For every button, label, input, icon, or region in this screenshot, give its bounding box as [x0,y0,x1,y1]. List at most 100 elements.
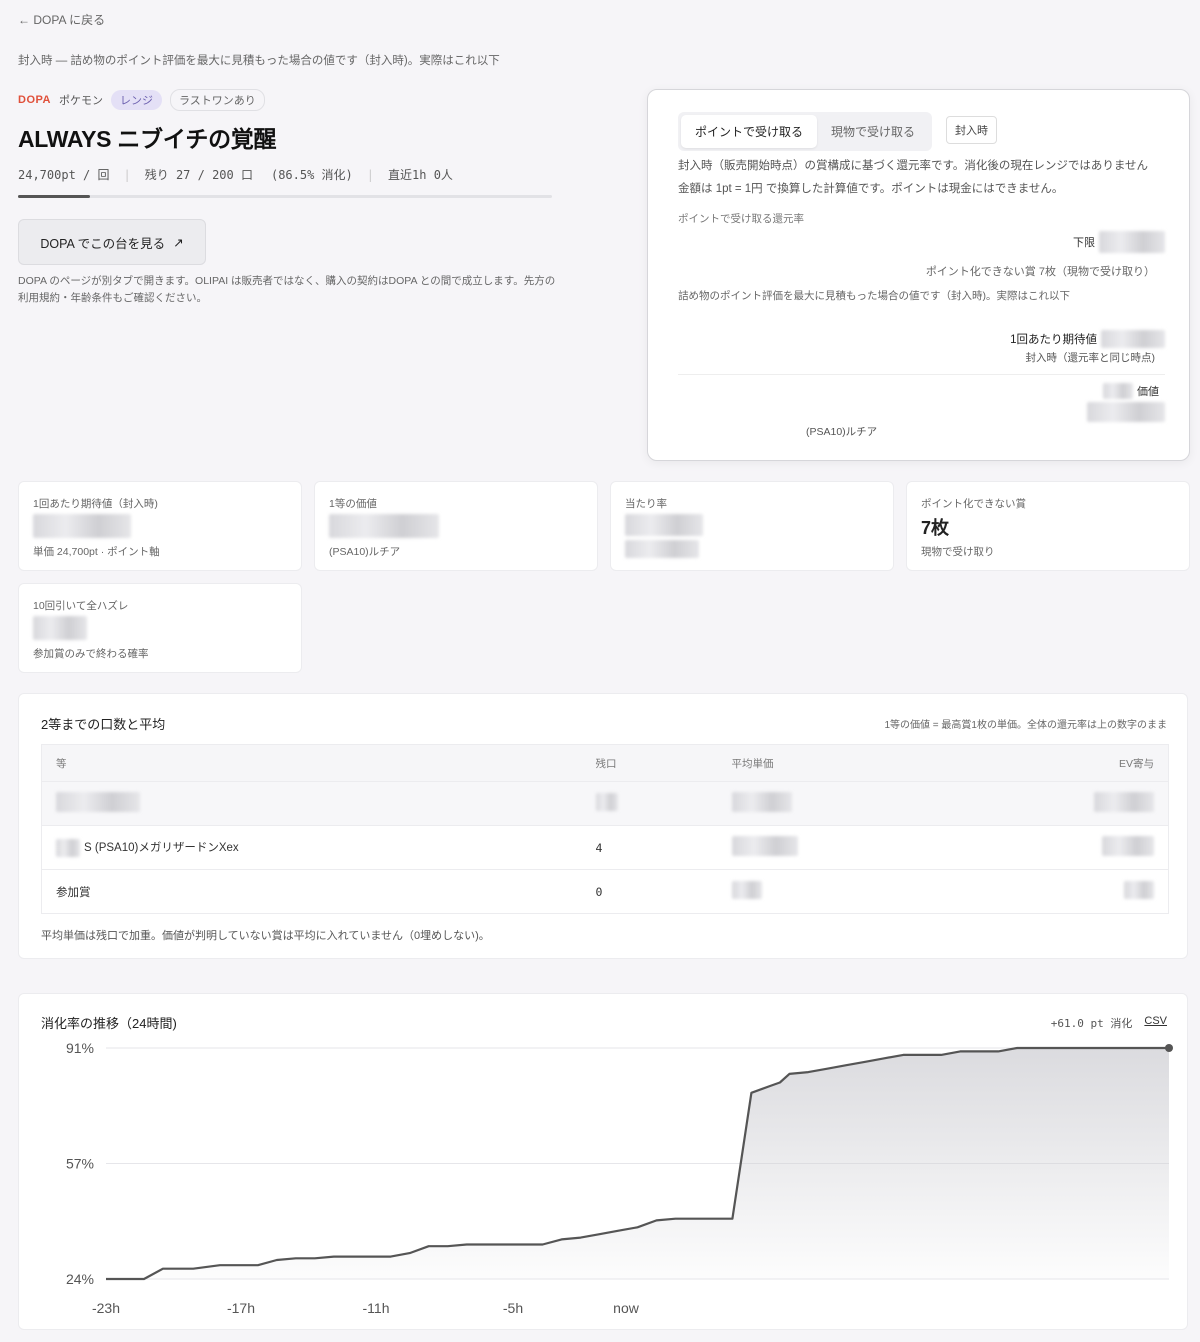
metric-card-non-point: ポイント化できない賞 7枚 現物で受け取り [906,481,1190,571]
price-label-row: 価値 [1103,383,1159,399]
table-header-row: 等 残口 平均単価 EV寄与 [41,744,1169,782]
tag-row: DOPA ポケモン レンジ ラストワンあり [18,89,265,111]
y-tick-label: 24% [66,1271,94,1287]
redacted-value [731,881,762,899]
ev-cell [1017,781,1169,826]
non-point-note: ポイント化できない賞 7枚（現物で受け取り） [925,266,1155,278]
price-label: 価値 [1137,386,1159,398]
table-title: 2等までの口数と平均 [41,717,166,732]
table-note: 1等の価値 = 最高賞1枚の単価。全体の還元率は上の数字のまま [884,720,1167,731]
consumed-percent: (86.5% 消化) [270,168,353,182]
metric-label: 1等の価値 [329,498,377,510]
consumption-chart-card: 消化率の推移（24時間) +61.0 pt 消化 CSV 91% 57% 24% -2… [18,993,1188,1330]
avg-cell [717,825,1018,870]
series-endpoint [1165,1044,1173,1052]
lower-bound-row: 下限 [1073,231,1165,253]
prize-name: S (PSA10)メガリザードンXex [84,841,239,854]
redacted-value [56,838,80,857]
prize-name-cell: S (PSA10)メガリザードンXex [41,825,582,870]
x-tick-label: -17h [227,1300,255,1316]
view-on-dopa-label: DOPA でこの台を見る [40,236,166,251]
progress-fill [18,195,91,198]
separator: | [366,167,375,182]
ev-label: 1回あたり期待値 [1010,334,1097,346]
sealed-toggle[interactable]: 封入時 [946,116,997,144]
metric-card-top-prize: 1等の価値 (PSA10)ルチア [314,481,598,571]
redacted-value [329,514,439,538]
column-header: 残口 [581,744,718,782]
metric-card-ev: 1回あたり期待値（封入時) 単価 24,700pt · ポイント軸 [18,481,302,571]
return-rate-panel: ポイントで受け取る 現物で受け取る 封入時 封入時（販売開始時点）の賞構成に基づ… [647,89,1190,461]
redacted-value [625,540,699,558]
prize-name-cell [41,781,582,826]
source-tag: DOPA [18,94,51,106]
prize-table-card: 2等までの口数と平均 1等の価値 = 最高賞1枚の単価。全体の還元率は上の数字の… [18,693,1188,959]
redacted-value [33,616,87,640]
avg-cell [717,869,1018,914]
page-title: ALWAYS ニブイチの覚醒 [18,126,277,152]
metric-label: ポイント化できない賞 [921,498,1026,510]
redacted-value [731,836,798,856]
metric-label: 当たり率 [625,498,667,510]
table-row: 参加賞 0 [41,869,1169,914]
prize-table: 等 残口 平均単価 EV寄与 S (PSA10)メガリザードンXex 4 参加賞 [41,744,1169,914]
panel-description: 封入時（販売開始時点）の賞構成に基づく還元率です。消化後の現在レンジではありませ… [678,160,1148,172]
remaining-count: 残り 27 / 200 口 [144,168,253,182]
last-one-badge: ラストワンあり [169,89,265,111]
redacted-value [1124,881,1154,899]
back-link[interactable]: ← DOPA に戻る [18,11,105,28]
x-tick-label: -5h [503,1300,523,1316]
panel-conversion-note: 金額は 1pt = 1円 で換算した計算値です。ポイントは現金にはできません。 [678,183,1064,195]
x-tick-label: now [613,1300,640,1316]
panel-disclaimer: 詰め物のポイント評価を最大に見積もった場合の値です（封入時)。実際はこれ以下 [678,290,1070,302]
tab-receive-points[interactable]: ポイントで受け取る [681,115,818,148]
avg-cell [717,781,1018,826]
table-row [41,781,1169,826]
tab-receive-physical[interactable]: 現物で受け取る [817,115,929,148]
metric-card-all-miss: 10回引いて全ハズレ 参加賞のみで終わる確率 [18,583,302,673]
redacted-value [1094,792,1154,812]
redacted-value [1101,330,1165,348]
view-on-dopa-button[interactable]: DOPA でこの台を見る ↗ [18,219,206,265]
ev-sub: 封入時（還元率と同じ時点) [1025,352,1156,364]
redacted-value [731,792,792,812]
redacted-value [33,514,131,538]
consumption-chart: 91% 57% 24% -23h -17h -11h -5h now [66,1040,1173,1316]
prize-name-cell: 参加賞 [41,869,582,914]
divider [678,374,1165,375]
redacted-value [1103,383,1133,399]
metric-sub: 参加賞のみで終わる確率 [33,648,149,660]
column-header: 平均単価 [717,744,1018,782]
dopa-note: DOPA のページが別タブで開きます。OLIPAI は販売者ではなく、購入の契約… [18,275,556,304]
external-link-icon: ↗ [173,235,184,250]
disclaimer-text: 封入時 — 詰め物のポイント評価を最大に見積もった場合の値です（封入時)。実際は… [18,55,500,67]
ev-cell [1017,869,1169,914]
table-row: S (PSA10)メガリザードンXex 4 [41,825,1169,870]
metric-sub: (PSA10)ルチア [329,546,401,558]
remaining-cell: 4 [581,825,718,870]
column-header: EV寄与 [1017,744,1169,782]
receive-mode-tabs: ポイントで受け取る 現物で受け取る [678,112,933,151]
ev-cell [1017,825,1169,870]
redacted-value [595,793,618,811]
redacted-value [625,514,703,536]
metric-label: 1回あたり期待値（封入時) [33,498,158,510]
top-prize-name: (PSA10)ルチア [806,426,878,438]
metric-sub: 単価 24,700pt · ポイント軸 [33,546,160,558]
panel-section-label: ポイントで受け取る還元率 [678,213,804,225]
lower-bound-label: 下限 [1073,237,1095,249]
y-tick-label: 57% [66,1156,94,1172]
column-header: 等 [41,744,582,782]
redacted-value [1102,836,1154,856]
metric-value: 7枚 [921,518,950,538]
separator: | [123,167,131,182]
progress-bar [18,195,552,198]
redacted-value [1087,402,1165,422]
metric-sub: 現物で受け取り [921,546,995,558]
metric-card-hit-rate: 当たり率 [610,481,894,571]
remaining-cell: 0 [581,869,718,914]
price-per-draw: 24,700pt / 回 [18,168,110,182]
x-tick-label: -23h [92,1300,120,1316]
range-badge: レンジ [110,90,162,110]
metric-label: 10回引いて全ハズレ [33,600,129,612]
